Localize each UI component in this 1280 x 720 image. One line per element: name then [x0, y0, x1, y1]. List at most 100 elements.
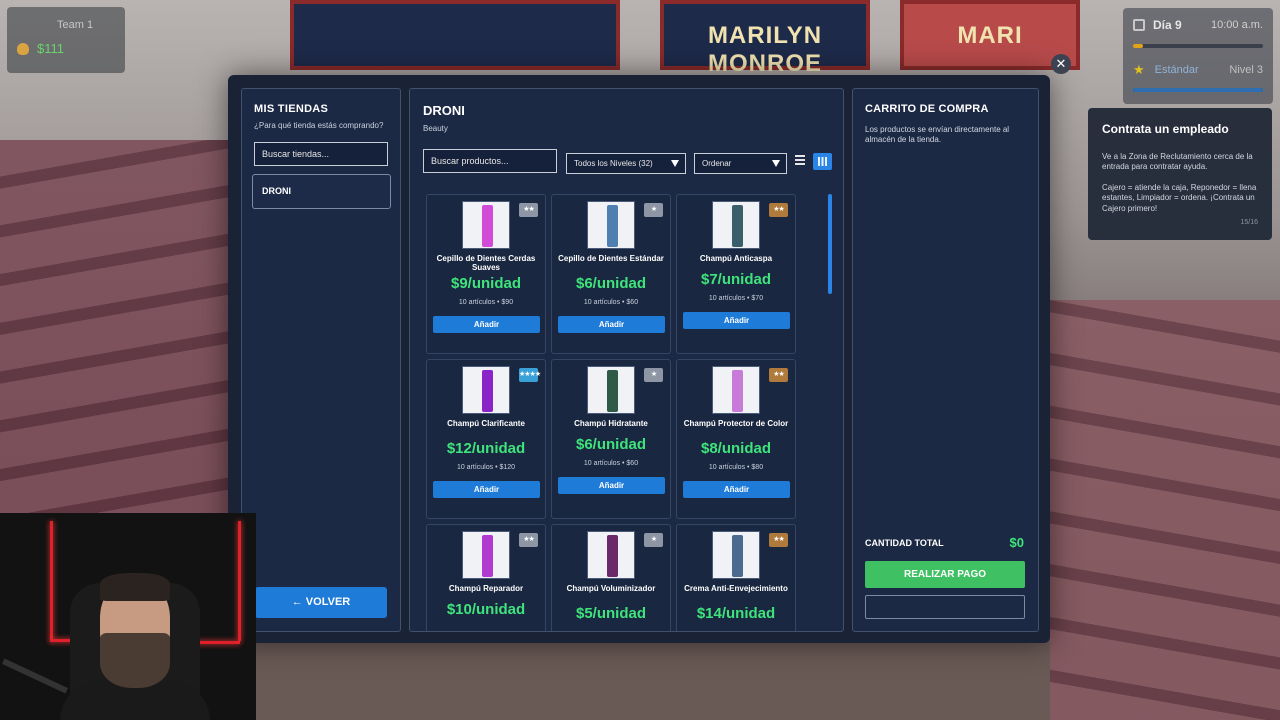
catalog-scrollbar[interactable] [828, 194, 832, 614]
team-label: Team 1 [57, 19, 94, 31]
star-rating-badge: ★★★★ [519, 368, 541, 382]
close-button[interactable]: ✕ [1051, 54, 1071, 74]
shop-title: DRONI [423, 103, 465, 118]
product-name: Champú Reparador [448, 584, 524, 593]
poster [290, 0, 620, 70]
product-image [712, 531, 760, 579]
star-icon: ★ [1133, 62, 1145, 77]
product-search-input[interactable]: Buscar productos... [423, 149, 557, 173]
day-label: Día 9 [1153, 18, 1182, 32]
add-to-cart-button[interactable]: Añadir [683, 481, 790, 498]
product-name: Champú Hidratante [574, 419, 648, 428]
calendar-icon [1133, 19, 1145, 31]
level-filter-value: Todos los Niveles (32) [574, 159, 653, 168]
total-value: $0 [1009, 535, 1024, 550]
product-card: ★★Champú Reparador$10/unidadAñadir [426, 524, 546, 631]
product-price: $6/unidad [575, 275, 646, 292]
product-image [462, 201, 510, 249]
poster-marilyn-monroe: MARILYN MONROE [660, 0, 870, 77]
tip-counter: 15/16 [1240, 219, 1258, 226]
money-display: $111 [17, 41, 115, 56]
level-filter-select[interactable]: Todos los Niveles (32) [566, 153, 686, 174]
shelf-left [0, 140, 230, 540]
money-bag-icon [17, 42, 29, 55]
product-quantity-info: 10 artículos • $70 [708, 295, 764, 302]
tip-line-1: Ve a la Zona de Reclutamiento cerca de l… [1102, 152, 1253, 172]
cart-note: Los productos se envían directamente al … [865, 125, 1010, 144]
product-quantity-info: 10 artículos • $90 [458, 299, 514, 306]
grid-view-icon[interactable] [813, 153, 832, 170]
product-quantity-info: 10 artículos • $120 [456, 464, 516, 471]
caret-down-icon [671, 160, 679, 167]
product-quantity-info: 10 artículos • $80 [708, 464, 764, 471]
product-price: $9/unidad [450, 275, 521, 292]
tip-title: Contrata un empleado [1102, 122, 1229, 136]
back-button[interactable]: ← VOLVER [255, 587, 387, 618]
add-to-cart-button[interactable]: Añadir [558, 316, 665, 333]
product-price: $7/unidad [700, 271, 771, 288]
time-label: 10:00 a.m. [1211, 19, 1263, 31]
star-rating-badge: ★★ [519, 203, 538, 217]
add-to-cart-button[interactable]: Añadir [433, 481, 540, 498]
product-price: $5/unidad [575, 605, 646, 622]
star-rating-badge: ★ [644, 368, 663, 382]
product-price: $6/unidad [575, 436, 646, 453]
product-image [587, 366, 635, 414]
product-card: ★★★★ Champú Clarificante $12/unidad 10 artí… [426, 359, 546, 519]
close-icon: ✕ [1055, 56, 1067, 71]
add-to-cart-button[interactable]: Añadir [433, 316, 540, 333]
tutorial-tip-panel: Contrata un empleado Ve a la Zona de Rec… [1088, 108, 1272, 240]
caret-down-icon [772, 160, 780, 167]
floor [250, 630, 1050, 720]
product-name: Champú Protector de Color [683, 419, 789, 428]
add-to-cart-button[interactable]: Añadir [558, 477, 665, 494]
stores-subtitle: ¿Para qué tienda estás comprando? [254, 121, 384, 130]
product-image [587, 201, 635, 249]
product-card: ★★Crema Anti-Envejecimiento$14/unidadAña… [676, 524, 796, 631]
store-item-droni[interactable]: DRONI [252, 174, 391, 209]
product-name: Champú Clarificante [447, 419, 525, 428]
secondary-cart-button[interactable] [865, 595, 1025, 619]
star-rating-badge: ★★ [769, 368, 788, 382]
catalog-toolbar: Buscar productos... Todos los Niveles (3… [423, 149, 835, 174]
product-image [712, 366, 760, 414]
xp-progress-bar [1133, 88, 1263, 92]
microphone-arm [2, 658, 68, 694]
store-search-input[interactable]: Buscar tiendas... [254, 142, 388, 166]
day-progress-bar [1133, 44, 1263, 48]
product-card: ★ Cepillo de Dientes Estándar $6/unidad 10 … [551, 194, 671, 354]
day-hud: Día 9 10:00 a.m. ★ Estándar Nivel 3 [1123, 8, 1273, 104]
product-price: $10/unidad [446, 601, 526, 618]
product-name: Cepillo de Dientes Cerdas Suaves [436, 254, 536, 272]
product-card: ★★ Champú Anticaspa $7/unidad 10 artículos … [676, 194, 796, 354]
total-label: CANTIDAD TOTAL [865, 537, 944, 548]
team-hud: Team 1 $111 [7, 7, 125, 73]
stores-title: MIS TIENDAS [254, 103, 329, 115]
product-card: ★Champú Voluminizador$5/unidadAñadir [551, 524, 671, 631]
checkout-button[interactable]: REALIZAR PAGO [865, 561, 1025, 588]
cart-title: CARRITO DE COMPRA [865, 103, 989, 115]
product-image [712, 201, 760, 249]
product-price: $8/unidad [700, 440, 771, 457]
product-image [462, 366, 510, 414]
add-to-cart-button[interactable]: Añadir [683, 312, 790, 329]
sort-value: Ordenar [702, 159, 732, 168]
money-value: $111 [37, 41, 64, 56]
product-quantity-info: 10 artículos • $60 [583, 299, 639, 306]
product-image [587, 531, 635, 579]
product-name: Crema Anti-Envejecimiento [684, 584, 788, 593]
product-card: ★★ Cepillo de Dientes Cerdas Suaves $9/uni… [426, 194, 546, 354]
tip-line-2: Cajero = atiende la caja, Reponedor = ll… [1102, 182, 1257, 213]
product-price: $12/unidad [446, 440, 526, 457]
level-label: Nivel 3 [1229, 64, 1263, 76]
star-rating-badge: ★★ [769, 533, 788, 547]
product-card: ★★ Champú Protector de Color $8/unidad 10 a… [676, 359, 796, 519]
shop-category: Beauty [423, 124, 448, 133]
star-rating-badge: ★ [644, 203, 663, 217]
scrollbar-thumb[interactable] [828, 194, 832, 294]
list-view-icon[interactable] [795, 155, 805, 167]
shopping-cart-panel: CARRITO DE COMPRA Los productos se envía… [852, 88, 1039, 632]
product-name: Cepillo de Dientes Estándar [558, 254, 664, 263]
sort-select[interactable]: Ordenar [694, 153, 787, 174]
star-rating-badge: ★★ [519, 533, 538, 547]
